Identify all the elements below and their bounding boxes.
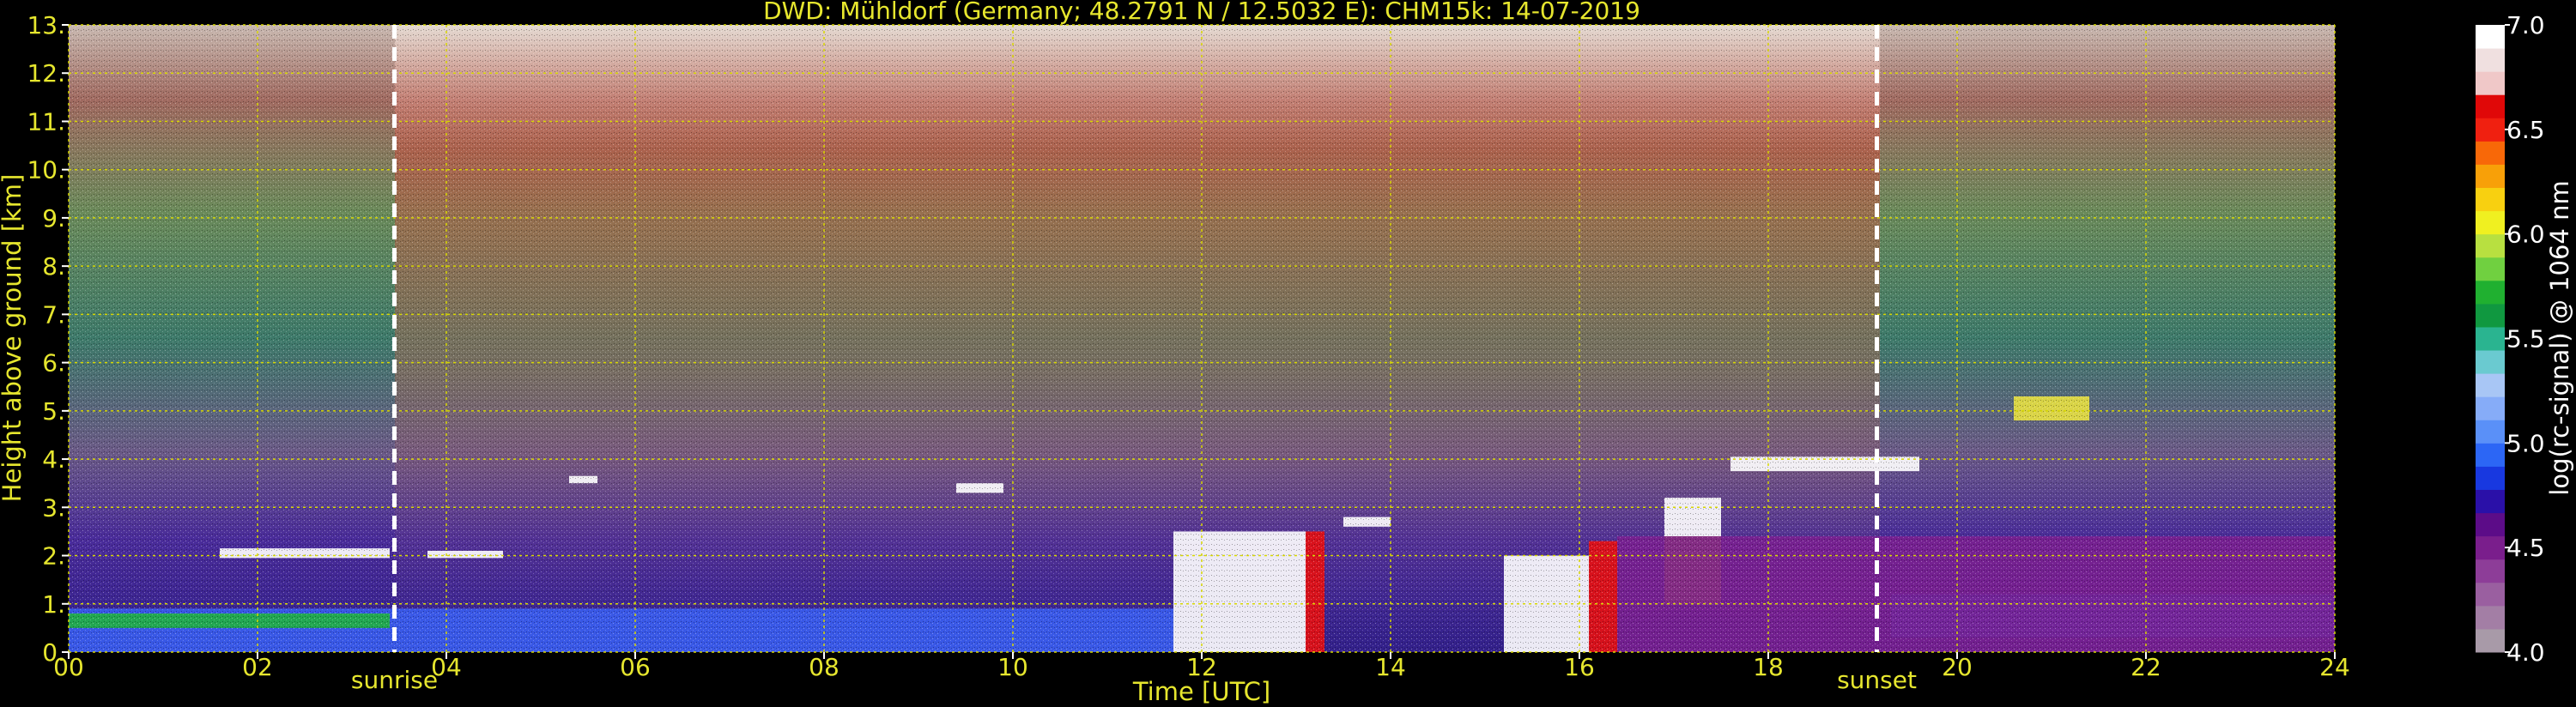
x-tick-label: 24 — [2319, 653, 2350, 681]
lidar-figure: sunrise sunset 00 02 04 06 08 10 12 14 16 18 20 22 24… — [0, 0, 2574, 706]
colorbar-swatch — [2476, 535, 2505, 560]
colorbar-swatch — [2476, 628, 2505, 653]
y-tick-label: 4. — [42, 445, 65, 474]
y-tick-label: 5. — [42, 397, 65, 426]
x-tick-label: 04 — [431, 653, 462, 681]
x-tick-label: 16 — [1564, 653, 1595, 681]
colorbar-swatch — [2476, 164, 2505, 189]
colorbar-swatch — [2476, 420, 2505, 444]
colorbar-tick-label: 5.0 — [2506, 429, 2545, 457]
colorbar-swatch — [2476, 25, 2505, 49]
y-tick-label: 8. — [42, 252, 65, 281]
x-tick-label: 08 — [809, 653, 839, 681]
x-tick-label: 18 — [1753, 653, 1784, 681]
marker-label-sunset: sunset — [1837, 666, 1917, 694]
y-tick-label: 3. — [42, 493, 65, 522]
marker-label-sunrise: sunrise — [351, 666, 438, 694]
x-tick-label: 22 — [2131, 653, 2161, 681]
y-tick-label: 2. — [42, 542, 65, 571]
colorbar-tick-label: 7.0 — [2506, 11, 2545, 39]
colorbar-swatch — [2476, 489, 2505, 514]
colorbar-swatch — [2476, 443, 2505, 467]
y-axis: 0. 1. 2. 3. 4. 5. 6. 7. 8. 9. 10. 11. 12. 13. — [27, 11, 69, 667]
colorbar-swatch — [2476, 373, 2505, 397]
colorbar-swatch — [2476, 187, 2505, 212]
colorbar-swatch — [2476, 118, 2505, 142]
x-tick-label: 10 — [997, 653, 1028, 681]
colorbar-swatch — [2476, 48, 2505, 72]
colorbar-swatch — [2476, 326, 2505, 351]
colorbar-tick-label: 4.5 — [2506, 534, 2545, 562]
colorbar-swatch — [2476, 257, 2505, 281]
y-tick-label: 11. — [27, 107, 65, 136]
colorbar-swatch — [2476, 396, 2505, 420]
y-tick-label: 1. — [42, 590, 65, 619]
colorbar-tick-label: 6.0 — [2506, 221, 2545, 249]
y-tick-label: 10. — [27, 156, 65, 184]
colorbar-swatch — [2476, 210, 2505, 235]
y-tick-label: 7. — [42, 300, 65, 329]
colorbar-swatch — [2476, 141, 2505, 165]
y-tick-label: 13. — [27, 11, 65, 39]
x-tick-label: 06 — [620, 653, 651, 681]
colorbar-tick-label: 5.5 — [2506, 325, 2545, 354]
colorbar-label: log(rc-signal) @ 1064 nm — [2545, 180, 2574, 495]
x-tick-label: 14 — [1375, 653, 1406, 681]
colorbar-tick-label: 4.0 — [2506, 638, 2545, 667]
colorbar-swatch — [2476, 94, 2505, 118]
colorbar-swatch — [2476, 582, 2505, 607]
y-axis-label: Height above ground [km] — [0, 174, 27, 503]
y-tick-label: 12. — [27, 59, 65, 88]
colorbar-swatch — [2476, 466, 2505, 490]
colorbar-swatch — [2476, 233, 2505, 258]
colorbar: 4.0 4.5 5.0 5.5 6.0 6.5 7.0 — [2476, 11, 2545, 667]
y-tick-label: 9. — [42, 204, 65, 233]
colorbar-swatch — [2476, 280, 2505, 305]
y-tick-label: 6. — [42, 349, 65, 378]
x-axis-label: Time [UTC] — [1132, 677, 1270, 706]
x-tick-label: 20 — [1942, 653, 1973, 681]
x-tick-label: 02 — [242, 653, 273, 681]
colorbar-swatch — [2476, 303, 2505, 328]
colorbar-tick-label: 6.5 — [2506, 116, 2545, 144]
chart-title: DWD: Mühldorf (Germany; 48.2791 N / 12.5… — [763, 0, 1640, 25]
colorbar-swatch — [2476, 512, 2505, 537]
colorbar-swatch — [2476, 350, 2505, 374]
y-tick-label: 0. — [42, 638, 65, 667]
colorbar-swatch — [2476, 559, 2505, 583]
colorbar-swatch — [2476, 71, 2505, 95]
colorbar-swatch — [2476, 605, 2505, 630]
